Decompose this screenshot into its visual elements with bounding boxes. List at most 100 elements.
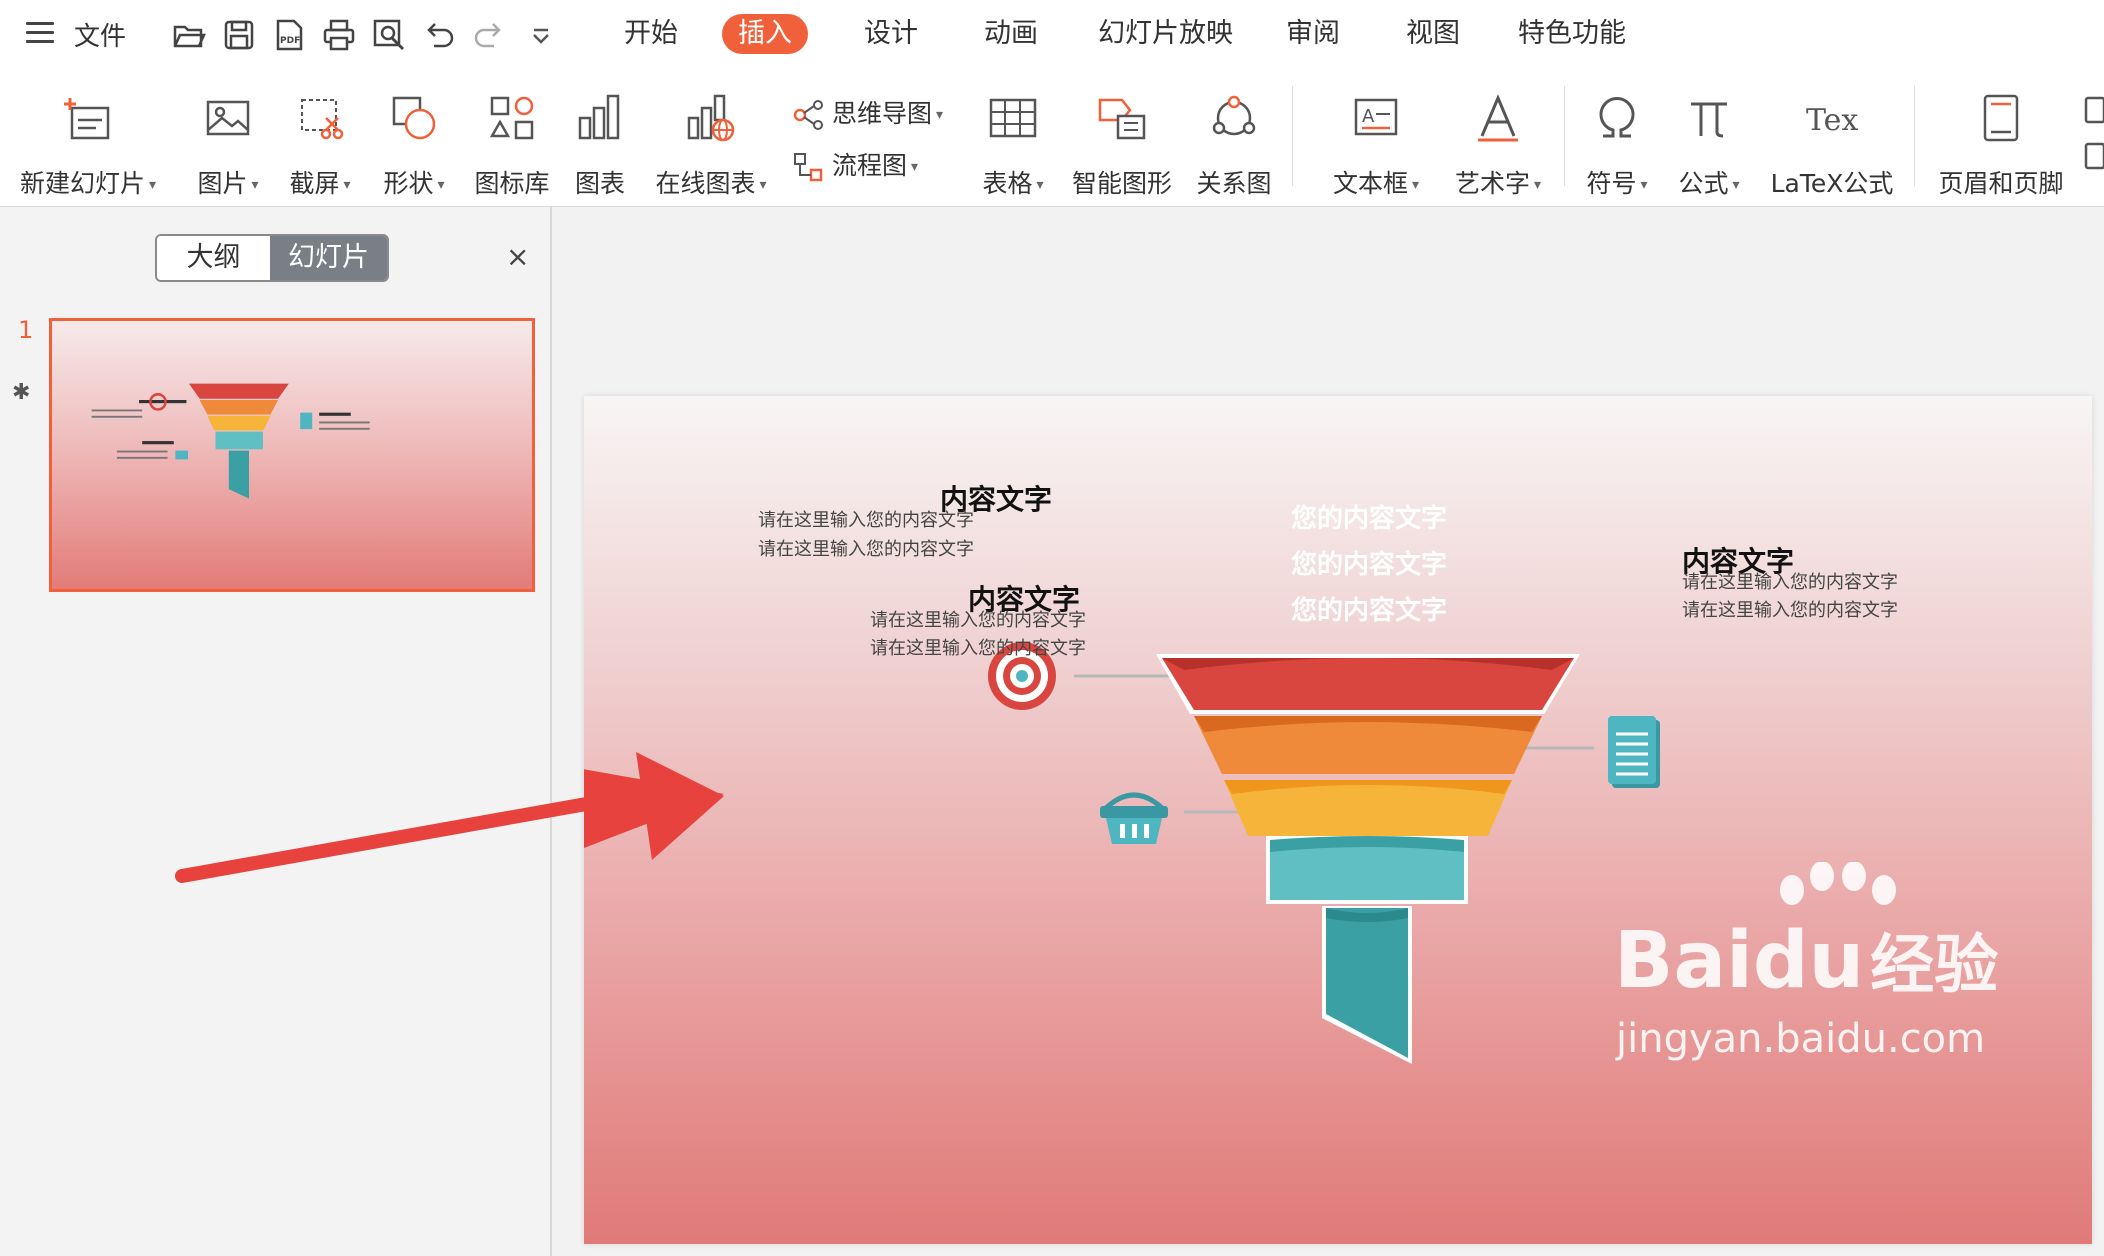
right-body-2: 请在这里输入您的内容文字 [1682,600,1898,621]
textbox-button[interactable]: A 文本框 ▾ [1326,90,1426,200]
textbox-label: 文本框 [1332,169,1408,198]
new-slide-button[interactable]: 新建幻灯片 ▾ [18,90,158,200]
smart-art-icon [1098,98,1146,140]
ribbon-toolbar: 新建幻灯片 ▾ 图片 ▾ 截屏 ▾ 形状 ▾ 图标库 图表 在线图表 ▾ 思维导图 ▾ 流程… [0,68,2104,207]
dropdown-caret-icon: ▾ [1732,177,1740,193]
formula-button[interactable]: 公式 ▾ [1672,90,1746,200]
pdf-icon[interactable]: PDF [272,18,306,52]
slide-number: 1 [18,316,34,344]
redo-icon[interactable] [472,18,506,52]
picture-icon [206,100,250,136]
dropdown-caret-icon: ▾ [437,177,445,193]
smart-art-button[interactable]: 智能图形 [1070,90,1174,200]
smart-art-label: 智能图形 [1071,169,1172,198]
left-bottom-body-2: 请在这里输入您的内容文字 [870,638,1086,659]
table-label: 表格 [982,169,1033,198]
header-footer-icon [1983,94,2019,142]
tex-icon: Tex [1806,103,1858,138]
hamburger-menu-icon[interactable] [26,22,54,44]
relation-button[interactable]: 关系图 [1192,90,1276,200]
mindmap-label: 思维导图 [831,99,932,128]
pi-formula-icon [1691,102,1727,138]
icon-library-button[interactable]: 图标库 [472,90,552,200]
dropdown-caret-icon: ▾ [1533,177,1542,193]
print-preview-icon[interactable] [372,18,406,52]
animation-star-icon: ✱ [12,380,31,405]
funnel-label-3: 您的内容文字 [1290,596,1447,626]
customize-dropdown-icon[interactable] [524,18,558,52]
online-chart-icon [687,94,735,142]
tab-design[interactable]: 设计 [848,14,934,54]
screenshot-button[interactable]: 截屏 ▾ [282,90,358,200]
shape-icon [392,96,436,140]
icon-library-label: 图标库 [474,169,550,198]
more-tools-icon[interactable] [2080,92,2104,182]
tab-slideshow[interactable]: 幻灯片放映 [1082,14,1249,54]
dropdown-caret-icon: ▾ [1411,177,1420,193]
picture-button[interactable]: 图片 ▾ [188,90,268,200]
watermark-brand: Baidu经验 [1614,914,1998,1006]
flowchart-button[interactable]: 流程图 ▾ [792,146,962,183]
tab-review[interactable]: 审阅 [1270,14,1356,54]
bar-chart-icon [578,94,620,140]
header-footer-button[interactable]: 页眉和页脚 [1936,90,2066,200]
new-slide-icon [64,98,110,140]
symbol-button[interactable]: 符号 ▾ [1580,90,1654,200]
undo-icon[interactable] [422,18,456,52]
dropdown-caret-icon: ▾ [148,177,157,193]
dropdown-caret-icon: ▾ [910,159,918,175]
wordart-label: 艺术字 [1454,169,1530,198]
red-arrow-annotation [584,769,724,848]
dropdown-caret-icon: ▾ [935,107,943,123]
thumbnail-preview [91,383,370,499]
watermark-cn: 经验 [1870,929,1999,1003]
slide-canvas[interactable]: 内容文字 请在这里输入您的内容文字 请在这里输入您的内容文字 内容文字 请在这里… [584,396,2092,1244]
dropdown-caret-icon: ▾ [343,177,351,193]
funnel-label-2: 您的内容文字 [1290,550,1447,580]
file-menu[interactable]: 文件 [74,16,126,53]
print-icon[interactable] [322,18,356,52]
svg-text:Tex: Tex [1806,103,1858,138]
left-bottom-body-1: 请在这里输入您的内容文字 [870,610,1086,631]
dropdown-caret-icon: ▾ [759,177,767,193]
icon-library-icon [489,96,534,140]
chart-button[interactable]: 图表 [572,90,628,200]
document-icon [1608,716,1660,788]
latex-label: LaTeX公式 [1770,169,1894,198]
watermark-url: jingyan.baidu.com [1616,1016,1986,1062]
slide-thumbnail[interactable] [49,318,535,592]
online-chart-button[interactable]: 在线图表 ▾ [648,90,774,200]
wordart-icon [1478,94,1518,142]
tab-view[interactable]: 视图 [1390,14,1476,54]
dropdown-caret-icon: ▾ [1036,177,1044,193]
right-body-1: 请在这里输入您的内容文字 [1682,572,1898,593]
tab-animation[interactable]: 动画 [968,14,1054,54]
latex-formula-button[interactable]: Tex LaTeX公式 [1770,90,1894,200]
header-footer-label: 页眉和页脚 [1938,169,2064,198]
wordart-button[interactable]: 艺术字 ▾ [1450,90,1546,200]
tab-insert[interactable]: 插入 [722,14,808,54]
save-icon[interactable] [222,18,256,52]
relation-icon [1212,95,1256,136]
screenshot-scissors-icon [301,99,344,140]
mindmap-button[interactable]: 思维导图 ▾ [792,94,962,131]
mindmap-icon [793,100,823,130]
view-toggle: 大纲 幻灯片 [155,234,389,282]
tab-home[interactable]: 开始 [608,14,694,54]
table-button[interactable]: 表格 ▾ [976,90,1050,200]
svg-text:PDF: PDF [280,36,300,46]
watermark-bai: Bai [1614,916,1753,1006]
folder-open-icon[interactable] [172,18,206,52]
tab-slides[interactable]: 幻灯片 [270,236,387,280]
relation-label: 关系图 [1196,169,1272,198]
picture-label: 图片 [197,169,248,198]
flowchart-label: 流程图 [831,151,907,180]
flowchart-icon [794,153,823,182]
tab-outline[interactable]: 大纲 [157,236,270,280]
svg-text:A: A [1362,106,1375,127]
ribbon-divider [1564,86,1565,186]
shape-button[interactable]: 形状 ▾ [374,90,454,200]
chart-label: 图表 [574,169,625,198]
tab-special[interactable]: 特色功能 [1502,14,1642,54]
close-panel-icon[interactable]: × [506,240,529,273]
